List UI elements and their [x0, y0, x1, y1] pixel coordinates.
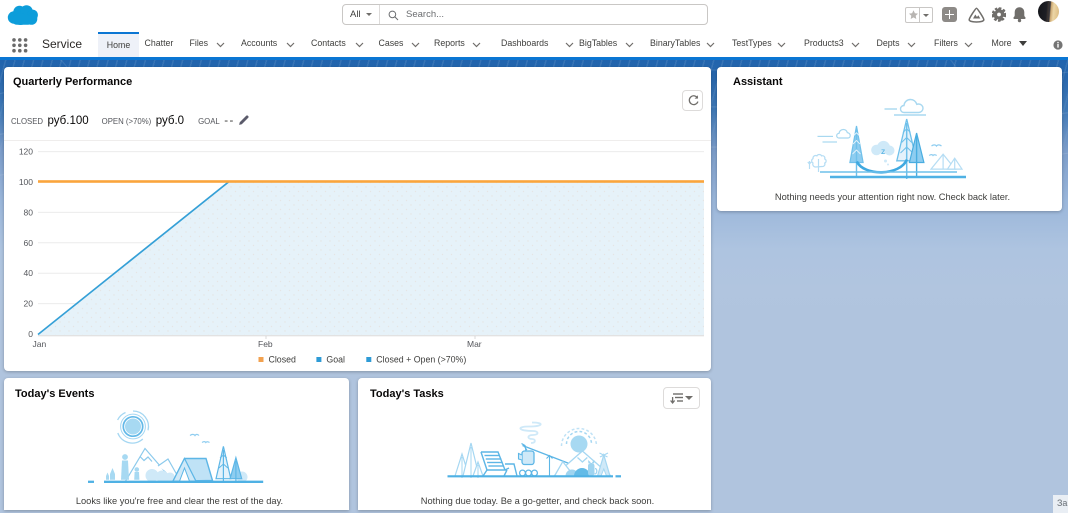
svg-text:Closed: Closed [269, 355, 296, 365]
svg-text:Goal: Goal [326, 355, 345, 365]
svg-text:Mar: Mar [467, 339, 482, 349]
svg-text:Jan: Jan [33, 339, 47, 349]
svg-text:120: 120 [19, 147, 33, 157]
svg-text:40: 40 [24, 268, 34, 278]
svg-text:100: 100 [19, 177, 33, 187]
svg-text:0: 0 [28, 329, 33, 339]
svg-text:Feb: Feb [258, 339, 273, 349]
svg-text:Closed + Open (>70%): Closed + Open (>70%) [376, 355, 466, 365]
svg-text:z: z [881, 146, 885, 156]
svg-text:60: 60 [24, 238, 34, 248]
svg-text:20: 20 [24, 299, 34, 309]
svg-text:80: 80 [24, 207, 34, 217]
